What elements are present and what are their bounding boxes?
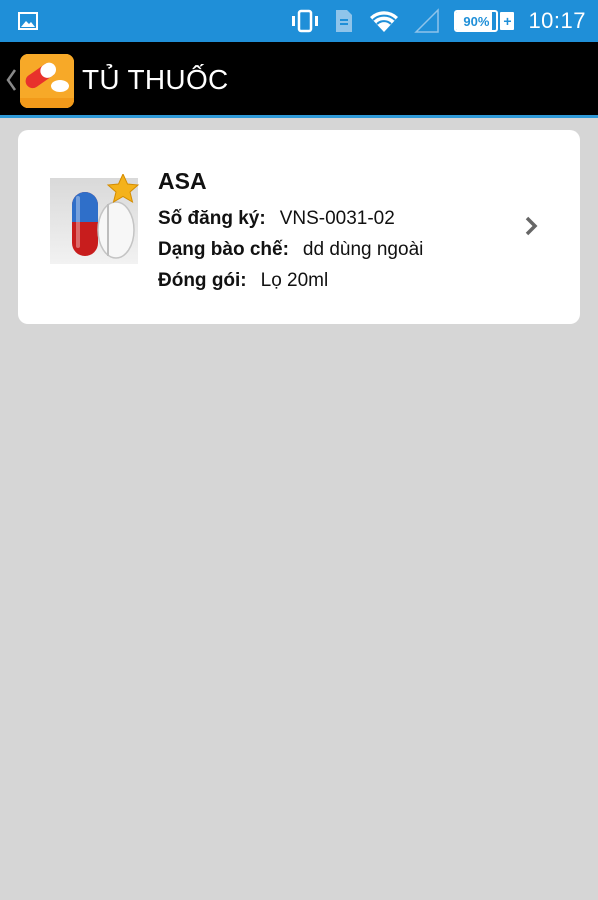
gallery-icon [18, 12, 38, 30]
registration-value: VNS-0031-02 [279, 208, 395, 229]
app-logo[interactable] [20, 54, 74, 108]
clock-time: 10:17 [528, 8, 586, 33]
dosage-form-label: Dạng bào chế: [158, 239, 289, 260]
chevron-right-icon[interactable] [522, 214, 540, 238]
dosage-form-value: dd dùng ngoài [302, 239, 424, 260]
registration-row: Số đăng ký: VNS-0031-02 [158, 203, 423, 234]
battery-icon: 90% + [454, 10, 515, 32]
chevron-left-icon[interactable] [4, 66, 18, 94]
drug-details: ASA Số đăng ký: VNS-0031-02 Dạng bào chế:… [158, 168, 423, 296]
sim-icon [336, 10, 353, 32]
pill-logo-icon [20, 54, 74, 108]
wifi-icon [370, 11, 399, 33]
status-bar: 90% + 10:17 [0, 0, 598, 42]
signal-icon [414, 8, 440, 33]
action-bar: TỦ THUỐC [0, 42, 598, 118]
vibrate-icon [292, 9, 319, 33]
battery-body: 90% [454, 10, 499, 32]
registration-label: Số đăng ký: [158, 208, 266, 229]
packaging-label: Đóng gói: [158, 270, 247, 291]
drug-pills-icon [50, 174, 140, 264]
charging-plus: + [500, 12, 515, 30]
page-title: TỦ THUỐC [82, 64, 229, 95]
battery-percent: 90% [463, 13, 490, 29]
drug-card[interactable]: ASA Số đăng ký: VNS-0031-02 Dạng bào chế:… [18, 130, 580, 324]
drug-name: ASA [158, 168, 207, 194]
status-icons: 90% + 10:17 [290, 0, 586, 42]
drug-list: ASA Số đăng ký: VNS-0031-02 Dạng bào chế:… [0, 121, 598, 900]
dosage-form-row: Dạng bào chế: dd dùng ngoài [158, 234, 423, 265]
packaging-value: Lọ 20ml [260, 270, 329, 291]
packaging-row: Đóng gói: Lọ 20ml [158, 265, 423, 296]
